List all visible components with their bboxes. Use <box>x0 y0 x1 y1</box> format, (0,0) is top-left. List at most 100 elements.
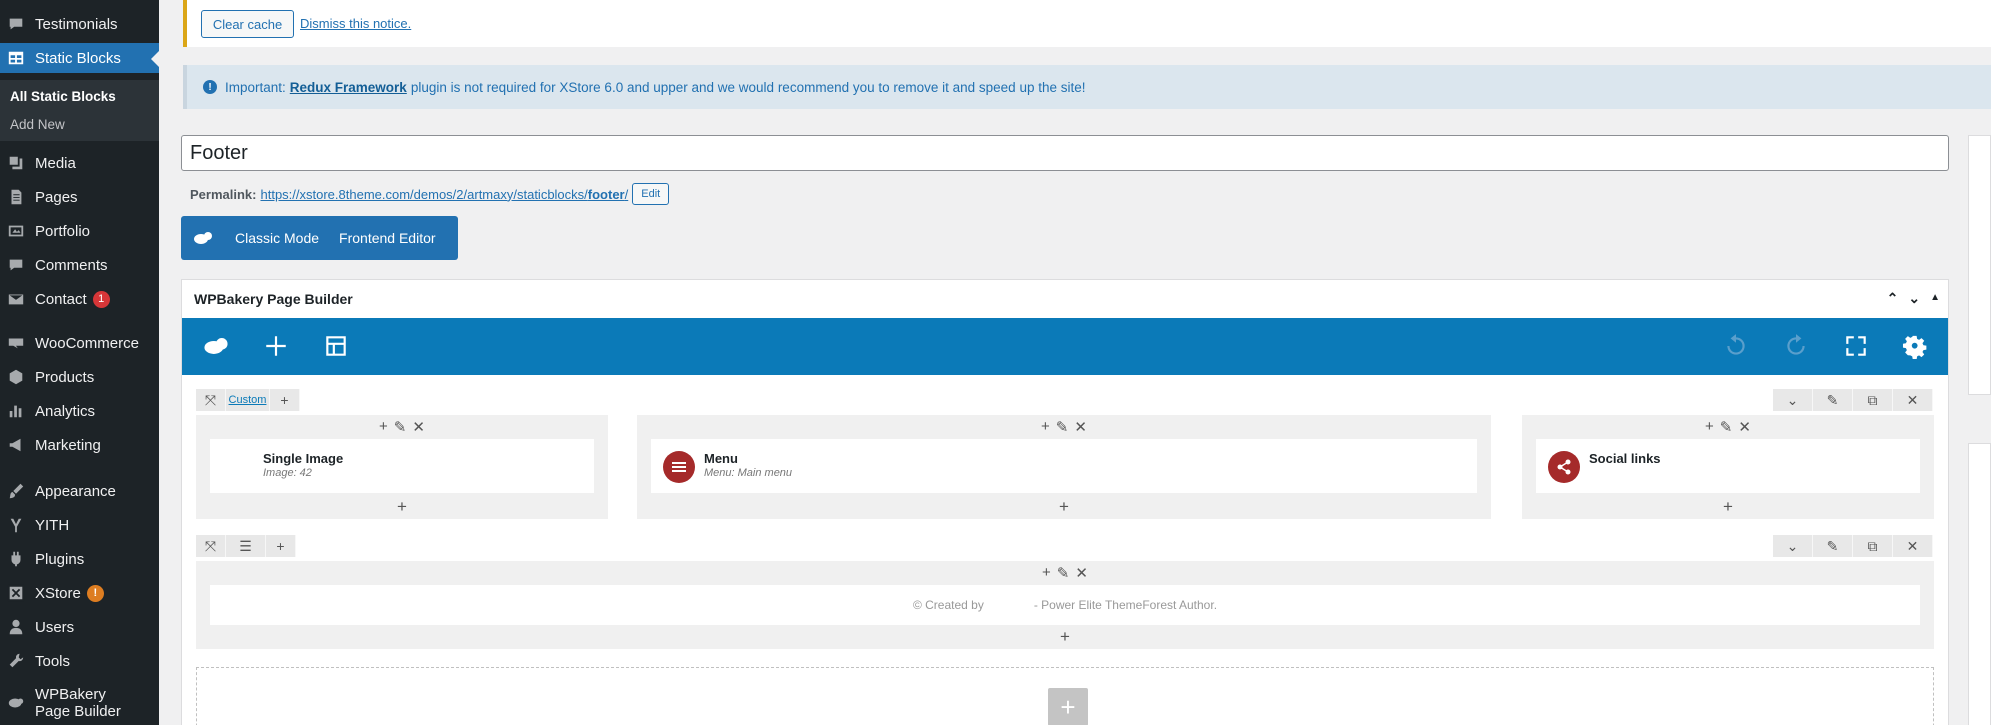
sidebar-item-comments[interactable]: Comments <box>0 250 159 280</box>
sidebar-item-tools[interactable]: Tools <box>0 646 159 676</box>
sidebar-item-wpbakery[interactable]: WPBakery Page Builder <box>0 685 159 721</box>
column-2: + ✎ ✕ Menu Menu: Main menu + <box>637 415 1491 519</box>
add-element-icon[interactable]: + <box>637 497 1491 517</box>
submenu-add-new[interactable]: Add New <box>10 117 65 132</box>
add-icon[interactable]: + <box>1705 418 1714 436</box>
edit-icon[interactable]: ✎ <box>1720 418 1733 436</box>
sidebar-item-xstore[interactable]: XStore ! <box>0 578 159 608</box>
share-icon <box>1548 451 1580 483</box>
add-block-area: + <box>196 667 1934 725</box>
post-title-input[interactable]: Footer <box>181 135 1949 171</box>
redo-icon[interactable] <box>1781 331 1811 361</box>
column-controls: + ✎ ✕ <box>637 418 1491 436</box>
add-icon[interactable]: + <box>1042 564 1051 582</box>
social-links-element[interactable]: Social links <box>1536 439 1920 493</box>
permalink-url[interactable]: https://xstore.8theme.com/demos/2/artmax… <box>260 187 628 202</box>
sidebar-item-appearance[interactable]: Appearance <box>0 476 159 506</box>
notice-prefix: Important: <box>225 79 286 95</box>
delete-row-icon[interactable]: ✕ <box>1893 389 1933 411</box>
delete-icon[interactable]: ✕ <box>1074 418 1087 436</box>
sidebar-item-portfolio[interactable]: Portfolio <box>0 216 159 246</box>
delete-icon[interactable]: ✕ <box>1738 418 1751 436</box>
row-layout-custom[interactable]: Custom <box>226 389 270 411</box>
row-layout-icon[interactable]: ☰ <box>226 535 266 557</box>
clone-row-icon[interactable]: ⧉ <box>1853 389 1893 411</box>
permalink-row: Permalink: https://xstore.8theme.com/dem… <box>190 183 670 205</box>
single-image-element[interactable]: Single Image Image: 42 <box>210 439 594 493</box>
move-down-icon[interactable]: ⌄ <box>1908 290 1920 307</box>
sidebar-item-label: Users <box>35 618 75 636</box>
sidebar-item-yith[interactable]: YITH <box>0 510 159 540</box>
sidebar-box-partial <box>1968 443 1991 725</box>
redux-framework-link[interactable]: Redux Framework <box>290 80 407 95</box>
edit-row-icon[interactable]: ✎ <box>1813 389 1853 411</box>
wpbakery-logo-icon[interactable] <box>196 331 236 361</box>
sidebar-item-woocommerce[interactable]: WooCommerce <box>0 328 159 358</box>
row-drag-icon[interactable]: ⤧ <box>196 535 226 557</box>
sidebar-item-analytics[interactable]: Analytics <box>0 396 159 426</box>
panel-title: WPBakery Page Builder <box>194 291 353 307</box>
sidebar-item-products[interactable]: Products <box>0 362 159 392</box>
row2-right-controls: ⌄ ✎ ⧉ ✕ <box>1773 535 1933 557</box>
add-column-icon[interactable]: + <box>266 535 296 557</box>
add-icon[interactable]: + <box>1041 418 1050 436</box>
sidebar-item-media[interactable]: Media <box>0 148 159 178</box>
sidebar-item-label: Tools <box>35 652 71 670</box>
add-element-icon[interactable]: + <box>196 497 608 517</box>
info-icon: ! <box>203 80 217 94</box>
sidebar-item-users[interactable]: Users <box>0 612 159 642</box>
edit-row-icon[interactable]: ✎ <box>1813 535 1853 557</box>
clear-cache-button[interactable]: Clear cache <box>201 10 294 38</box>
sidebar-item-label: Appearance <box>35 482 116 500</box>
portfolio-icon <box>6 221 26 241</box>
edit-permalink-button[interactable]: Edit <box>632 183 670 205</box>
collapse-toggle-icon[interactable]: ▲ <box>1930 292 1940 307</box>
footer-text-part2: - Power Elite ThemeForest Author. <box>1033 598 1218 612</box>
frontend-editor-button[interactable]: Frontend Editor <box>329 216 446 260</box>
notice-text: plugin is not required for XStore 6.0 an… <box>410 79 1086 95</box>
row-drag-icon[interactable]: ⤧ <box>196 389 226 411</box>
sidebar-item-plugins[interactable]: Plugins <box>0 544 159 574</box>
sidebar-item-testimonials[interactable]: Testimonials <box>0 9 159 39</box>
add-new-row-button[interactable]: + <box>1048 688 1088 725</box>
mail-icon <box>6 289 26 309</box>
sidebar-item-marketing[interactable]: Marketing <box>0 430 159 460</box>
column-controls: + ✎ ✕ <box>196 564 1934 582</box>
element-subtitle: Image: 42 <box>263 467 312 479</box>
sidebar-item-pages[interactable]: Pages <box>0 182 159 212</box>
add-icon[interactable]: + <box>379 418 388 436</box>
delete-row-icon[interactable]: ✕ <box>1893 535 1933 557</box>
toggle-row-icon[interactable]: ⌄ <box>1773 535 1813 557</box>
clone-row-icon[interactable]: ⧉ <box>1853 535 1893 557</box>
publish-box-partial <box>1968 135 1991 395</box>
settings-gear-icon[interactable] <box>1900 331 1930 361</box>
plugin-icon <box>6 549 26 569</box>
column-1: + ✎ ✕ Single Image Image: 42 + <box>196 415 608 519</box>
delete-icon[interactable]: ✕ <box>1075 564 1088 582</box>
permalink-end: / <box>624 186 629 202</box>
move-up-icon[interactable]: ⌃ <box>1887 290 1899 307</box>
templates-icon[interactable] <box>321 331 351 361</box>
delete-icon[interactable]: ✕ <box>412 418 425 436</box>
add-element-icon[interactable]: + <box>196 627 1934 647</box>
undo-icon[interactable] <box>1721 331 1751 361</box>
sidebar-item-label: Testimonials <box>35 15 118 33</box>
dismiss-notice-link[interactable]: Dismiss this notice. <box>300 16 411 31</box>
add-column-icon[interactable]: + <box>270 389 300 411</box>
toggle-row-icon[interactable]: ⌄ <box>1773 389 1813 411</box>
menu-element[interactable]: Menu Menu: Main menu <box>651 439 1477 493</box>
text-block-element[interactable]: © Created by - Power Elite ThemeForest A… <box>210 585 1920 625</box>
add-element-icon[interactable] <box>261 331 291 361</box>
fullscreen-icon[interactable] <box>1841 331 1871 361</box>
submenu-all-static-blocks[interactable]: All Static Blocks <box>10 89 116 104</box>
edit-icon[interactable]: ✎ <box>1056 418 1069 436</box>
edit-icon[interactable]: ✎ <box>394 418 407 436</box>
sidebar-item-static-blocks[interactable]: Static Blocks <box>0 43 159 73</box>
sidebar-item-contact[interactable]: Contact 1 <box>0 284 159 314</box>
classic-mode-button[interactable]: Classic Mode <box>225 216 329 260</box>
sidebar-item-label: YITH <box>35 516 70 534</box>
add-element-icon[interactable]: + <box>1522 497 1934 517</box>
edit-icon[interactable]: ✎ <box>1057 564 1070 582</box>
sidebar-item-label: Comments <box>35 256 108 274</box>
analytics-icon <box>6 401 26 421</box>
